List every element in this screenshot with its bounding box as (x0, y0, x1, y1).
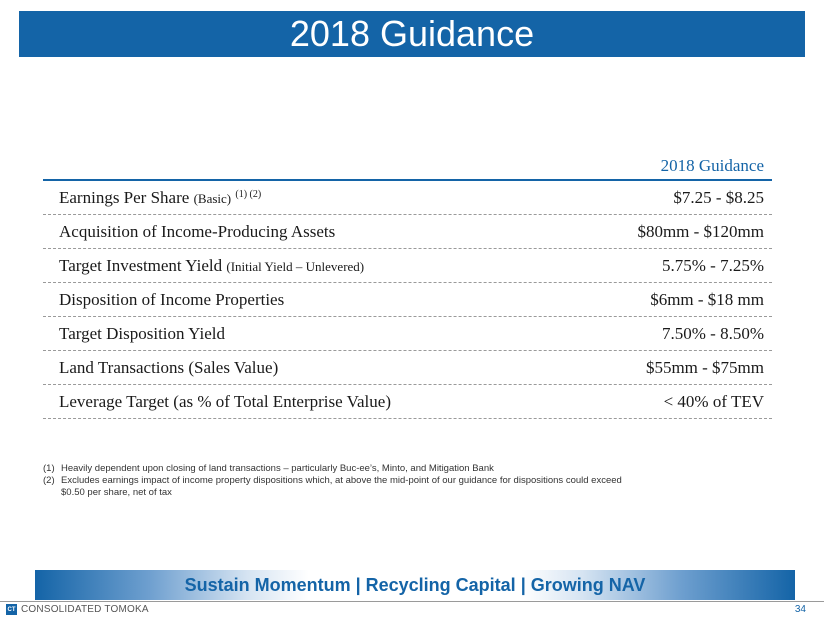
row-label-main: Land Transactions (Sales Value) (59, 357, 279, 377)
footnote-number: (2) (43, 475, 55, 486)
row-label-main: Disposition of Income Properties (59, 289, 285, 309)
slide-title: 2018 Guidance (19, 11, 805, 57)
row-value: 5.75% - 7.25% (662, 255, 764, 275)
row-label: Disposition of Income Properties (59, 290, 284, 310)
row-label-main: Target Investment Yield (59, 255, 223, 275)
table-row: Leverage Target (as % of Total Enterpris… (43, 385, 772, 419)
table-row: Acquisition of Income-Producing Assets $… (43, 215, 772, 249)
column-header: 2018 Guidance (660, 156, 764, 175)
row-label-main: Target Disposition Yield (59, 323, 225, 343)
row-value: $6mm - $18 mm (650, 289, 764, 309)
row-label-main: Earnings Per Share (59, 187, 190, 207)
row-label-main: Acquisition of Income-Producing Assets (59, 221, 336, 241)
guidance-table: 2018 Guidance Earnings Per Share (Basic)… (43, 153, 772, 419)
row-value: $55mm - $75mm (645, 357, 764, 377)
row-value: 7.50% - 8.50% (662, 323, 764, 343)
table-row: Disposition of Income Properties $6mm - … (43, 283, 772, 317)
table-row: Land Transactions (Sales Value) $55mm - … (43, 351, 772, 385)
row-label: Earnings Per Share (Basic) (1) (2) (59, 188, 261, 208)
table-row: Target Investment Yield (Initial Yield –… (43, 249, 772, 283)
row-value: < 40% of TEV (663, 391, 764, 411)
footnote-ref: (1) (2) (235, 188, 262, 200)
footnote-text: Excludes earnings impact of income prope… (61, 475, 622, 498)
row-label-sub: (Initial Yield – Unlevered) (226, 258, 365, 274)
footnote: (1) Heavily dependent upon closing of la… (43, 463, 643, 475)
footnote: (2) Excludes earnings impact of income p… (43, 475, 643, 499)
row-label-main: Leverage Target (as % of Total Enterpris… (59, 391, 391, 411)
footer-divider (0, 601, 824, 602)
table-row: Earnings Per Share (Basic) (1) (2) $7.25… (43, 181, 772, 215)
row-label: Land Transactions (Sales Value) (59, 358, 278, 378)
tagline-text: Sustain Momentum | Recycling Capital | G… (184, 574, 646, 595)
page-number: 34 (794, 604, 806, 615)
footnotes: (1) Heavily dependent upon closing of la… (43, 463, 643, 499)
row-label: Target Investment Yield (Initial Yield –… (59, 256, 364, 276)
ct-logo-icon: CT (6, 604, 17, 615)
company-logo: CT CONSOLIDATED TOMOKA (6, 604, 149, 615)
tagline-banner: Sustain Momentum | Recycling Capital | G… (35, 570, 795, 600)
row-label: Leverage Target (as % of Total Enterpris… (59, 392, 391, 412)
company-name: CONSOLIDATED TOMOKA (21, 604, 149, 615)
row-value: $80mm - $120mm (637, 221, 764, 241)
table-row: Target Disposition Yield 7.50% - 8.50% (43, 317, 772, 351)
footnote-number: (1) (43, 463, 55, 474)
row-value: $7.25 - $8.25 (673, 187, 764, 207)
row-label: Target Disposition Yield (59, 324, 225, 344)
footnote-text: Heavily dependent upon closing of land t… (61, 463, 494, 474)
row-label: Acquisition of Income-Producing Assets (59, 222, 335, 242)
row-label-sub: (Basic) (193, 190, 232, 206)
